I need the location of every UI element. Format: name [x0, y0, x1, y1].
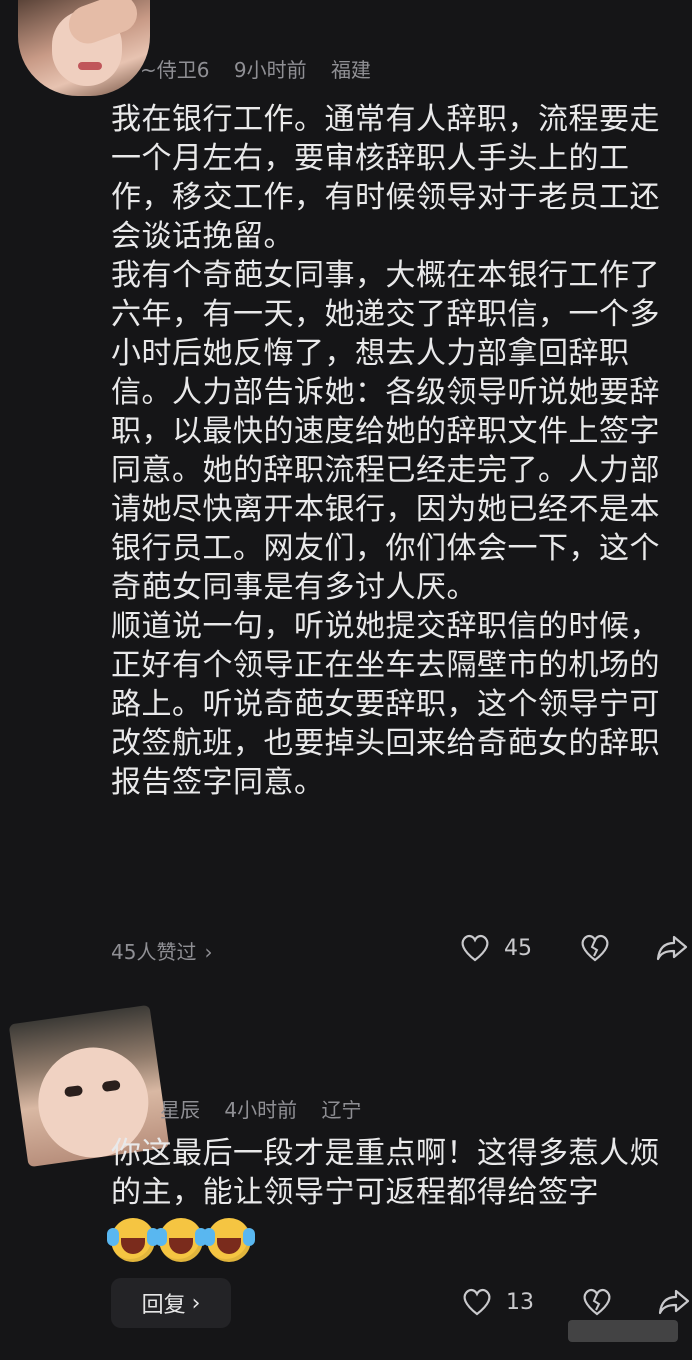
chevron-right-icon: › — [191, 1290, 201, 1316]
comment1-paragraph: 顺道说一句，听说她提交辞职信的时候，正好有个领导正在坐车去隔壁市的机场的路上。听… — [111, 609, 660, 800]
laugh-cry-emoji-icon — [155, 1218, 207, 1262]
comment2-text: 你这最后一段才是重点啊！这得多惹人烦的主，能让领导宁可返程都得给签字 — [111, 1136, 660, 1210]
comment2-author[interactable]: 星辰 — [160, 1098, 200, 1122]
comment1-paragraph: 我有个奇葩女同事，大概在本银行工作了六年，有一天，她递交了辞职信，一个多小时后她… — [111, 258, 660, 605]
likes-list-link[interactable]: 45人赞过 › — [111, 936, 212, 965]
heart-icon — [463, 1288, 491, 1316]
comment1-author[interactable]: ~侍卫6 — [140, 58, 209, 82]
reply-button[interactable]: 回复 › — [111, 1278, 231, 1328]
comment2-location: 辽宁 — [321, 1098, 362, 1122]
laugh-cry-emoji-icon — [203, 1218, 255, 1262]
emoji-row — [107, 1218, 255, 1262]
share-button[interactable] — [658, 1288, 690, 1316]
dislike-button[interactable] — [580, 934, 610, 962]
comment1-meta: ~侍卫6 9小时前 福建 — [140, 54, 389, 83]
share-button[interactable] — [656, 934, 688, 962]
comment1-paragraph: 我在银行工作。通常有人辞职，流程要走一个月左右，要审核辞职人手头上的工作，移交工… — [111, 102, 660, 254]
share-arrow-icon — [658, 1289, 690, 1315]
reply-label: 回复 — [141, 1293, 186, 1318]
comment1-actions: 45 — [460, 934, 688, 962]
avatar-lips — [78, 62, 102, 70]
like-button[interactable]: 13 — [462, 1288, 534, 1316]
laugh-cry-emoji-icon — [107, 1218, 159, 1262]
like-button[interactable]: 45 — [460, 934, 532, 962]
comment2-time: 4小时前 — [224, 1098, 298, 1122]
like-count: 13 — [506, 1289, 534, 1315]
comment2-actions: 13 — [462, 1288, 690, 1316]
watermark — [568, 1320, 678, 1342]
broken-heart-icon — [583, 1288, 611, 1316]
comment1-body: 我在银行工作。通常有人辞职，流程要走一个月左右，要审核辞职人手头上的工作，移交工… — [111, 100, 671, 802]
share-arrow-icon — [656, 935, 688, 961]
likes-link-label: 45人赞过 — [111, 940, 197, 964]
broken-heart-icon — [581, 934, 609, 962]
comment1-location: 福建 — [330, 58, 371, 82]
comment2-body: 你这最后一段才是重点啊！这得多惹人烦的主，能让领导宁可返程都得给签字 — [111, 1134, 671, 1212]
dislike-button[interactable] — [582, 1288, 612, 1316]
heart-icon — [461, 934, 489, 962]
like-count: 45 — [504, 935, 532, 961]
chevron-right-icon: › — [204, 940, 213, 964]
avatar-comment1[interactable] — [18, 0, 150, 96]
comment2-meta: 星辰 4小时前 辽宁 — [160, 1094, 379, 1123]
comment1-time: 9小时前 — [233, 58, 307, 82]
